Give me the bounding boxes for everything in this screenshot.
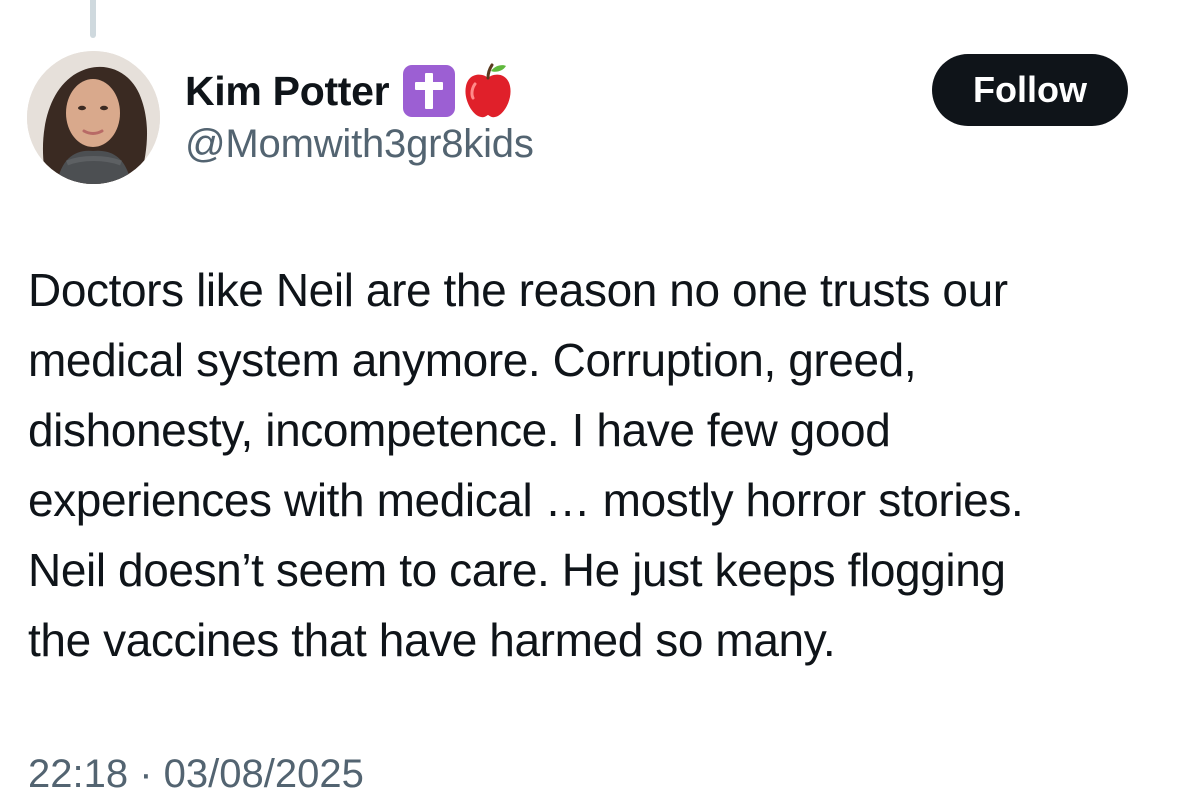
tweet-text: Doctors like Neil are the reason no one … (28, 264, 1024, 666)
follow-button[interactable]: Follow (932, 54, 1128, 126)
name-row: Kim Potter (185, 62, 534, 120)
thread-connector-line (90, 0, 96, 38)
latin-cross-emoji-icon (403, 65, 456, 117)
tweet-timestamp[interactable]: 22:18 · 03/08/2025 (28, 752, 364, 797)
user-handle[interactable]: @Momwith3gr8kids (185, 122, 534, 167)
avatar-photo (27, 51, 160, 184)
display-name[interactable]: Kim Potter (185, 68, 390, 115)
red-apple-emoji-icon (461, 62, 515, 120)
avatar[interactable] (27, 51, 160, 184)
user-info: Kim Potter @Momwith3gr8kids (185, 62, 534, 167)
